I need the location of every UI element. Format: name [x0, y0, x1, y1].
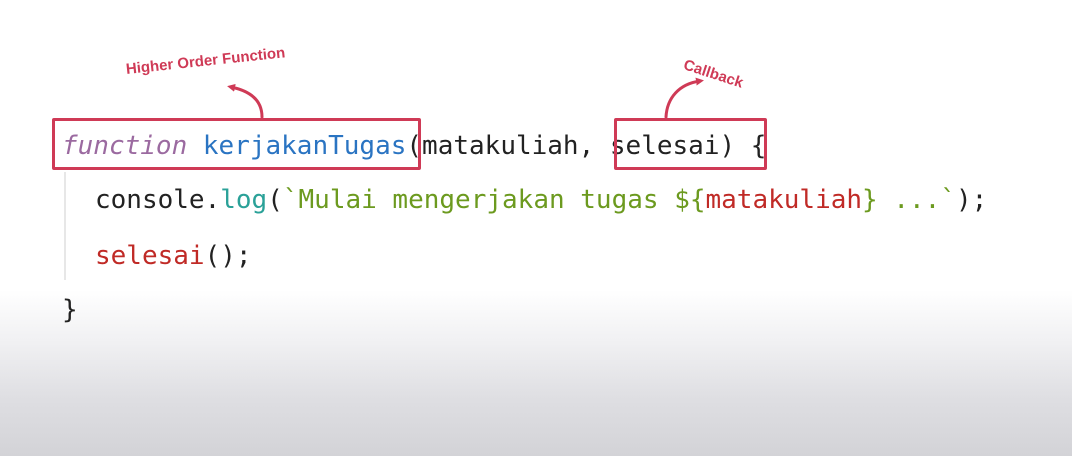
param-matakuliah: matakuliah	[422, 131, 579, 161]
member-dot: .	[204, 185, 221, 215]
code-line-callback-call: selesai();	[95, 234, 252, 278]
function-close-brace: }	[62, 295, 78, 325]
callback-highlight-box	[614, 118, 767, 170]
higher-order-arrow-icon	[227, 83, 264, 119]
callback-call-parens: ();	[204, 241, 252, 271]
log-close: );	[955, 185, 988, 215]
higher-order-function-label: Higher Order Function	[125, 44, 287, 78]
param-separator: ,	[578, 131, 610, 161]
callback-call-name: selesai	[95, 241, 205, 271]
callback-label: Callback	[681, 56, 746, 92]
template-interpolation: matakuliah	[705, 185, 863, 215]
callback-arrow-icon	[664, 77, 704, 119]
template-string-start: `Mulai mengerjakan tugas ${	[282, 185, 706, 215]
log-open-paren: (	[267, 185, 283, 215]
template-string-end: } ...`	[862, 185, 956, 215]
console-object: console	[95, 185, 205, 215]
code-line-console-log: console.log(`Mulai mengerjakan tugas ${m…	[95, 178, 987, 222]
code-line-closing-brace: }	[62, 288, 78, 332]
log-method: log	[220, 185, 268, 215]
higher-order-function-highlight-box	[52, 118, 421, 170]
indent-guide	[64, 172, 66, 280]
